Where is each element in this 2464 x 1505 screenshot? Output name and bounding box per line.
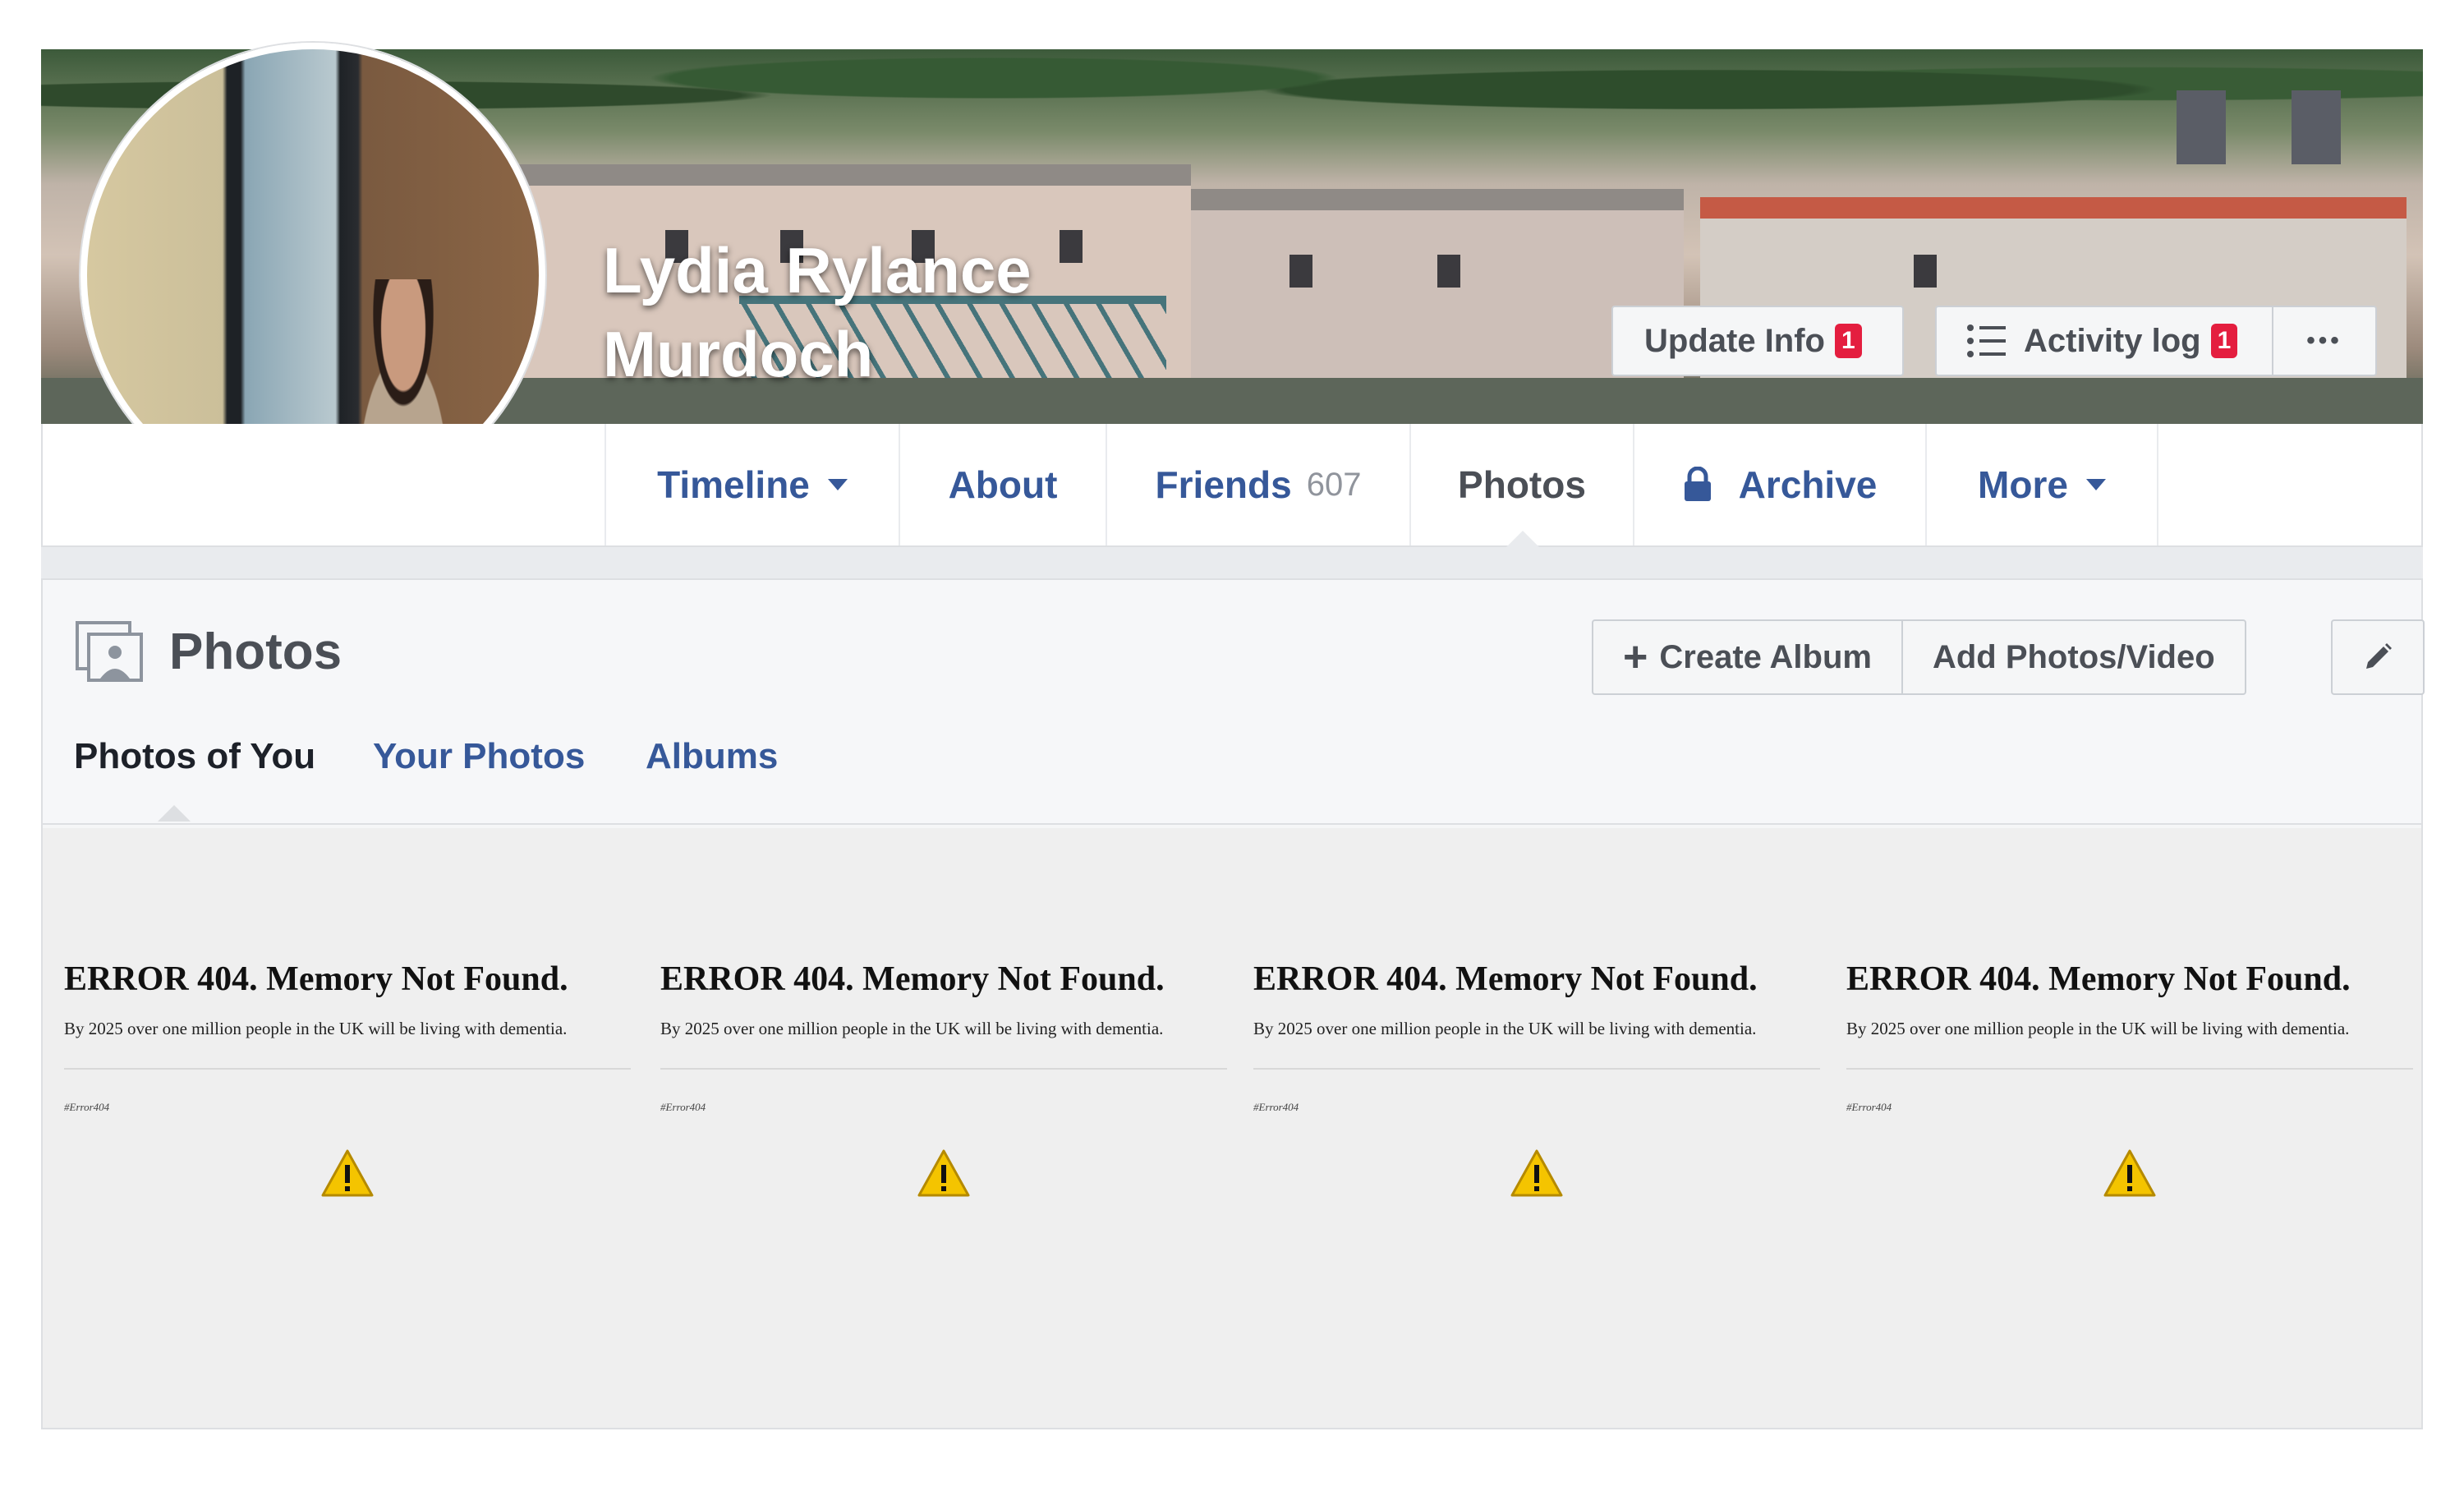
profile-nav-bar: Timeline About Friends 607 Photos Archiv… — [41, 424, 2423, 547]
create-album-button[interactable]: + Create Album — [1593, 621, 1901, 693]
card-divider — [660, 1068, 1227, 1070]
more-options-button[interactable]: ••• — [2272, 306, 2377, 376]
friends-count: 607 — [1306, 466, 1362, 503]
card-hashtag: #Error404 — [1253, 1101, 1299, 1113]
add-photos-label: Add Photos/Video — [1932, 638, 2215, 675]
active-tab-indicator — [1506, 531, 1539, 547]
subtab-your-photos[interactable]: Your Photos — [373, 736, 585, 777]
photo-card[interactable]: ERROR 404. Memory Not Found. By 2025 ove… — [1846, 828, 2421, 1428]
subtab-albums[interactable]: Albums — [646, 736, 778, 777]
cover-window — [1289, 255, 1312, 288]
tab-timeline-label: Timeline — [657, 463, 810, 506]
list-icon — [1967, 324, 2006, 357]
photo-card[interactable]: ERROR 404. Memory Not Found. By 2025 ove… — [1253, 828, 1828, 1428]
pencil-icon — [2366, 643, 2392, 669]
card-subtitle: By 2025 over one million people in the U… — [660, 1019, 1164, 1038]
cover-window — [1437, 255, 1460, 288]
card-divider — [1846, 1068, 2413, 1070]
chevron-down-icon — [827, 479, 848, 490]
card-title: ERROR 404. Memory Not Found. — [660, 960, 1165, 998]
tab-about-label: About — [948, 463, 1058, 506]
card-subtitle: By 2025 over one million people in the U… — [64, 1019, 568, 1038]
cover-window — [2177, 90, 2226, 164]
activity-log-button[interactable]: Activity log 1 — [1935, 306, 2272, 376]
chevron-down-icon — [2085, 479, 2106, 490]
warning-icon — [2103, 1149, 2156, 1197]
card-hashtag: #Error404 — [64, 1101, 110, 1113]
tab-archive[interactable]: Archive — [1633, 424, 1925, 545]
warning-icon — [1510, 1149, 1563, 1197]
tab-friends-label: Friends — [1155, 463, 1292, 506]
card-subtitle: By 2025 over one million people in the U… — [1253, 1019, 1757, 1038]
photos-panel-header: Photos + Create Album Add Photos/Video P… — [43, 580, 2425, 825]
cover-window — [1914, 255, 1937, 288]
tab-more[interactable]: More — [1925, 424, 2158, 545]
tab-photos[interactable]: Photos — [1409, 424, 1633, 547]
tab-timeline[interactable]: Timeline — [605, 424, 899, 545]
photo-card[interactable]: ERROR 404. Memory Not Found. By 2025 ove… — [64, 828, 639, 1428]
card-title: ERROR 404. Memory Not Found. — [1846, 960, 2351, 998]
active-subtab-indicator — [158, 805, 191, 822]
card-hashtag: #Error404 — [660, 1101, 706, 1113]
tab-archive-label: Archive — [1738, 463, 1878, 506]
photos-section-title: Photos — [169, 624, 342, 680]
tab-photos-label: Photos — [1458, 463, 1586, 506]
section-divider — [41, 547, 2423, 578]
plus-icon: + — [1623, 633, 1648, 681]
warning-icon — [917, 1149, 970, 1197]
tab-more-label: More — [1978, 463, 2068, 506]
cover-building — [1191, 189, 1684, 407]
lock-icon — [1684, 467, 1711, 501]
card-subtitle: By 2025 over one million people in the U… — [1846, 1019, 2350, 1038]
activity-log-label: Activity log — [2024, 322, 2201, 359]
profile-name-line2: Murdoch — [603, 318, 874, 390]
card-divider — [1253, 1068, 1820, 1070]
subtab-photos-of-you[interactable]: Photos of You — [74, 736, 315, 777]
update-info-badge: 1 — [1834, 324, 1862, 358]
card-hashtag: #Error404 — [1846, 1101, 1892, 1113]
warning-icon — [321, 1149, 374, 1197]
tab-friends[interactable]: Friends 607 — [1106, 424, 1409, 545]
photos-panel: Photos + Create Album Add Photos/Video P… — [41, 578, 2425, 1429]
cover-window — [2292, 90, 2341, 164]
profile-frame: Lydia Rylance Murdoch Update Info 1 Acti… — [41, 43, 2425, 1429]
profile-name-line1: Lydia Rylance — [603, 234, 1032, 306]
update-info-button[interactable]: Update Info 1 — [1611, 306, 1904, 376]
cover-window — [1060, 230, 1083, 263]
tab-about[interactable]: About — [899, 424, 1106, 545]
card-title: ERROR 404. Memory Not Found. — [1253, 960, 1758, 998]
card-title: ERROR 404. Memory Not Found. — [64, 960, 568, 998]
card-divider — [64, 1068, 631, 1070]
photos-icon — [76, 621, 143, 682]
photo-grid: ERROR 404. Memory Not Found. By 2025 ove… — [43, 828, 2421, 1428]
create-album-label: Create Album — [1659, 638, 1872, 675]
add-photos-button[interactable]: Add Photos/Video — [1901, 621, 2245, 693]
photo-card[interactable]: ERROR 404. Memory Not Found. By 2025 ove… — [660, 828, 1235, 1428]
more-dots-icon: ••• — [2306, 327, 2342, 354]
update-info-label: Update Info — [1644, 322, 1825, 359]
profile-name[interactable]: Lydia Rylance Murdoch — [603, 228, 1032, 396]
photo-actions-group: + Create Album Add Photos/Video — [1592, 619, 2246, 695]
edit-button[interactable] — [2331, 619, 2425, 695]
activity-log-badge: 1 — [2210, 324, 2238, 358]
